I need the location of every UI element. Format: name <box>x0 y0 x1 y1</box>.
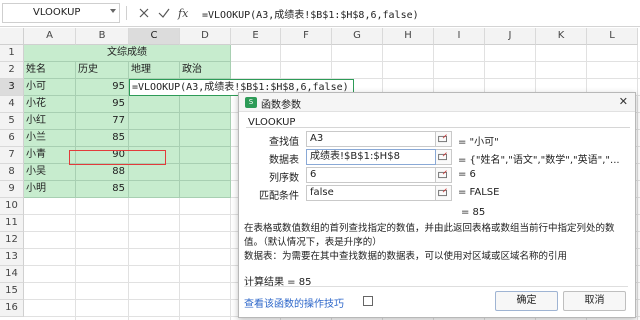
table-arg-highlight <box>69 150 166 165</box>
header-cell[interactable]: 地理 <box>129 62 180 79</box>
dialog-titlebar[interactable]: S 函数参数 ✕ <box>239 93 635 112</box>
politics-cell[interactable] <box>180 130 231 147</box>
collapse-dialog-icon[interactable] <box>436 185 452 201</box>
app-icon: S <box>245 97 257 108</box>
geo-cell[interactable] <box>129 181 180 198</box>
name-cell[interactable]: 小花 <box>24 96 76 113</box>
arg-input-table[interactable]: 成绩表!$B$1:$H$8 <box>306 149 436 165</box>
collapse-dialog-icon[interactable] <box>436 149 452 165</box>
divider <box>244 286 628 287</box>
function-result: = 85 <box>461 207 486 218</box>
politics-cell[interactable] <box>180 147 231 164</box>
name-cell[interactable]: 小吴 <box>24 164 76 181</box>
collapse-dialog-icon[interactable] <box>436 167 452 183</box>
name-cell[interactable]: 小红 <box>24 113 76 130</box>
parameter-description: 数据表：为需要在其中查找数据的数据表，可以使用对区域或区域名称的引用 <box>244 251 568 262</box>
geo-cell[interactable] <box>129 96 180 113</box>
function-tips-link[interactable]: 查看该函数的操作技巧 <box>244 295 344 310</box>
arg-label-colindex: 列序数 <box>269 173 299 184</box>
geo-cell[interactable] <box>129 113 180 130</box>
ok-button[interactable]: 确定 <box>495 291 558 311</box>
header-cell[interactable]: 姓名 <box>24 62 76 79</box>
arg-label-table: 数据表 <box>269 155 299 166</box>
cancel-button[interactable]: 取消 <box>563 291 626 311</box>
sheet-title-cell[interactable]: 文综成绩 <box>24 45 231 62</box>
arg-input-match[interactable]: false <box>306 185 436 201</box>
arg-label-lookup: 查找值 <box>269 137 299 148</box>
geo-cell[interactable] <box>129 130 180 147</box>
politics-cell[interactable] <box>180 113 231 130</box>
politics-cell[interactable] <box>180 164 231 181</box>
arg-input-lookup[interactable]: A3 <box>306 131 436 147</box>
arg-result-match: = FALSE <box>458 187 500 198</box>
arg-result-table: = {"姓名","语文","数学","英语","... <box>458 155 620 166</box>
name-cell[interactable]: 小明 <box>24 181 76 198</box>
function-arguments-dialog: S 函数参数 ✕ VLOOKUP 查找值 A3 = "小可" 数据表 成绩表!$… <box>238 92 636 318</box>
history-score-cell[interactable]: 95 <box>76 96 129 113</box>
history-score-cell[interactable]: 77 <box>76 113 129 130</box>
arg-label-match: 匹配条件 <box>259 191 299 202</box>
history-score-cell[interactable]: 85 <box>76 181 129 198</box>
header-cell[interactable]: 政治 <box>180 62 231 79</box>
geo-cell[interactable] <box>129 164 180 181</box>
header-cell[interactable]: 历史 <box>76 62 129 79</box>
history-score-cell[interactable]: 88 <box>76 164 129 181</box>
name-cell[interactable]: 小可 <box>24 79 76 96</box>
politics-cell[interactable] <box>180 181 231 198</box>
close-icon[interactable]: ✕ <box>619 95 628 108</box>
collapse-dialog-icon[interactable] <box>436 131 452 147</box>
function-description: 在表格或数值数组的首列查找指定的数值，并由此返回表格或数组当前行中指定列处的数值… <box>244 223 615 248</box>
name-cell[interactable]: 小兰 <box>24 130 76 147</box>
dialog-title: 函数参数 <box>261 100 301 111</box>
politics-cell[interactable] <box>180 96 231 113</box>
history-score-cell[interactable]: 85 <box>76 130 129 147</box>
video-icon[interactable] <box>363 296 373 306</box>
arg-input-colindex[interactable]: 6 <box>306 167 436 183</box>
history-score-cell[interactable]: 95 <box>76 79 129 96</box>
arg-result-colindex: = 6 <box>458 169 476 180</box>
arg-result-lookup: = "小可" <box>458 137 499 148</box>
